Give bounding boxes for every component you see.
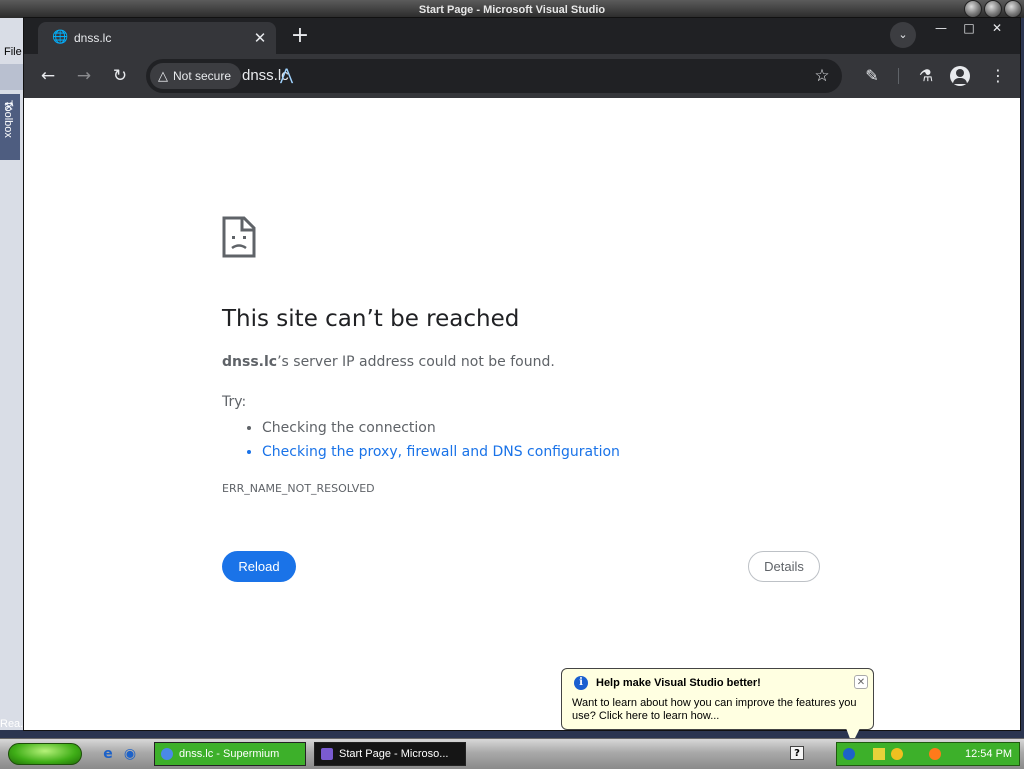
- vs-toolbar-strip: [0, 64, 24, 90]
- tab-title: dnss.lc: [74, 31, 112, 45]
- error-title: This site can’t be reached: [222, 306, 520, 332]
- tab-dnss[interactable]: 🌐 dnss.lc ✕: [38, 22, 276, 54]
- details-button[interactable]: Details: [748, 551, 820, 582]
- error-host: dnss.lc: [222, 354, 278, 370]
- shield-icon[interactable]: [891, 748, 903, 760]
- back-button[interactable]: ←: [36, 64, 60, 88]
- error-code: ERR_NAME_NOT_RESOLVED: [222, 482, 375, 495]
- forward-button[interactable]: →: [72, 64, 96, 88]
- suggestion-list: Checking the connection Checking the pro…: [244, 416, 620, 464]
- vs-close-button[interactable]: [1004, 0, 1022, 18]
- browser-window: 🌐 dnss.lc ✕ + ⌄ — □ ✕ ← → ↻ △ Not secure…: [24, 18, 1020, 730]
- security-chip-label: Not secure: [173, 69, 232, 83]
- error-description: dnss.lc’s server IP address could not be…: [222, 354, 555, 370]
- notification-balloon[interactable]: i Help make Visual Studio better! ✕ Want…: [561, 668, 874, 730]
- suggestion-proxy-link[interactable]: Checking the proxy, firewall and DNS con…: [262, 440, 620, 464]
- new-tab-button[interactable]: +: [288, 24, 312, 48]
- network-icon[interactable]: [843, 748, 855, 760]
- tab-strip: 🌐 dnss.lc ✕ + ⌄ — □ ✕: [24, 18, 1020, 54]
- vs-menu-file[interactable]: File: [4, 46, 22, 58]
- security-shield-icon[interactable]: [873, 748, 885, 760]
- browser-toolbar: ← → ↻ △ Not secure dnss.lc ⋀ ☆ ✎ ⚗ ⋮: [24, 54, 1020, 98]
- vs-left-panel: File ⚒ Toolbox: [0, 18, 24, 730]
- reload-icon-button[interactable]: ↻: [108, 64, 132, 88]
- profile-avatar-icon[interactable]: [950, 66, 970, 86]
- close-tab-icon[interactable]: ✕: [250, 28, 270, 48]
- browser-quicklaunch-icon[interactable]: ◉: [122, 746, 138, 762]
- suggestion-connection: Checking the connection: [262, 416, 620, 440]
- info-icon: i: [574, 676, 588, 690]
- close-window-button[interactable]: ✕: [982, 18, 1012, 38]
- security-chip[interactable]: △ Not secure: [150, 63, 242, 89]
- supermium-icon: [161, 748, 173, 760]
- vs-window-title: Start Page - Microsoft Visual Studio: [418, 4, 606, 16]
- tab-search-button[interactable]: ⌄: [890, 22, 916, 48]
- clock[interactable]: 12:54 PM: [965, 748, 1012, 760]
- balloon-text[interactable]: Want to learn about how you can improve …: [572, 697, 864, 723]
- address-bar[interactable]: △ Not secure dnss.lc ⋀ ☆: [146, 59, 842, 93]
- system-tray: 12:54 PM: [836, 742, 1020, 766]
- vs-maximize-button[interactable]: [984, 0, 1002, 18]
- try-label: Try:: [222, 394, 247, 410]
- menu-kebab-icon[interactable]: ⋮: [986, 64, 1010, 88]
- maximize-button[interactable]: □: [954, 18, 984, 38]
- balloon-title: Help make Visual Studio better!: [596, 677, 761, 689]
- vs-minimize-button[interactable]: [964, 0, 982, 18]
- visual-studio-icon: [321, 748, 333, 760]
- vs-status-text: Rea...: [0, 718, 30, 730]
- vs-title-bar: Start Page - Microsoft Visual Studio: [0, 0, 1024, 18]
- taskbar-item-label: Start Page - Microso...: [339, 748, 449, 760]
- ie-quicklaunch-icon[interactable]: e: [100, 746, 116, 762]
- sad-document-icon: [222, 216, 256, 258]
- extensions-icon[interactable]: ✎: [860, 64, 884, 88]
- warning-icon: △: [158, 68, 168, 84]
- bookmark-star-icon[interactable]: ☆: [810, 64, 834, 88]
- balloon-close-icon[interactable]: ✕: [854, 675, 868, 689]
- globe-icon: 🌐: [52, 30, 69, 45]
- labs-flask-icon[interactable]: ⚗: [914, 64, 938, 88]
- error-message: ’s server IP address could not be found.: [277, 354, 555, 370]
- vs-window-controls: [964, 0, 1022, 18]
- taskbar-item-supermium[interactable]: dnss.lc - Supermium: [154, 742, 306, 766]
- minimize-button[interactable]: —: [926, 18, 956, 38]
- help-icon[interactable]: ?: [790, 746, 804, 760]
- reload-button[interactable]: Reload: [222, 551, 296, 582]
- error-page: This site can’t be reached dnss.lc’s ser…: [24, 98, 1020, 730]
- toolbox-label: Toolbox: [2, 100, 14, 138]
- start-button[interactable]: [8, 743, 82, 765]
- toolbar-divider: [898, 68, 899, 84]
- text-cursor-icon: ⋀: [280, 65, 294, 84]
- taskbar-item-label: dnss.lc - Supermium: [179, 748, 280, 760]
- taskbar-item-visual-studio[interactable]: Start Page - Microso...: [314, 742, 466, 766]
- search-tray-icon[interactable]: [929, 748, 941, 760]
- taskbar: e ◉ dnss.lc - Supermium Start Page - Mic…: [0, 738, 1024, 769]
